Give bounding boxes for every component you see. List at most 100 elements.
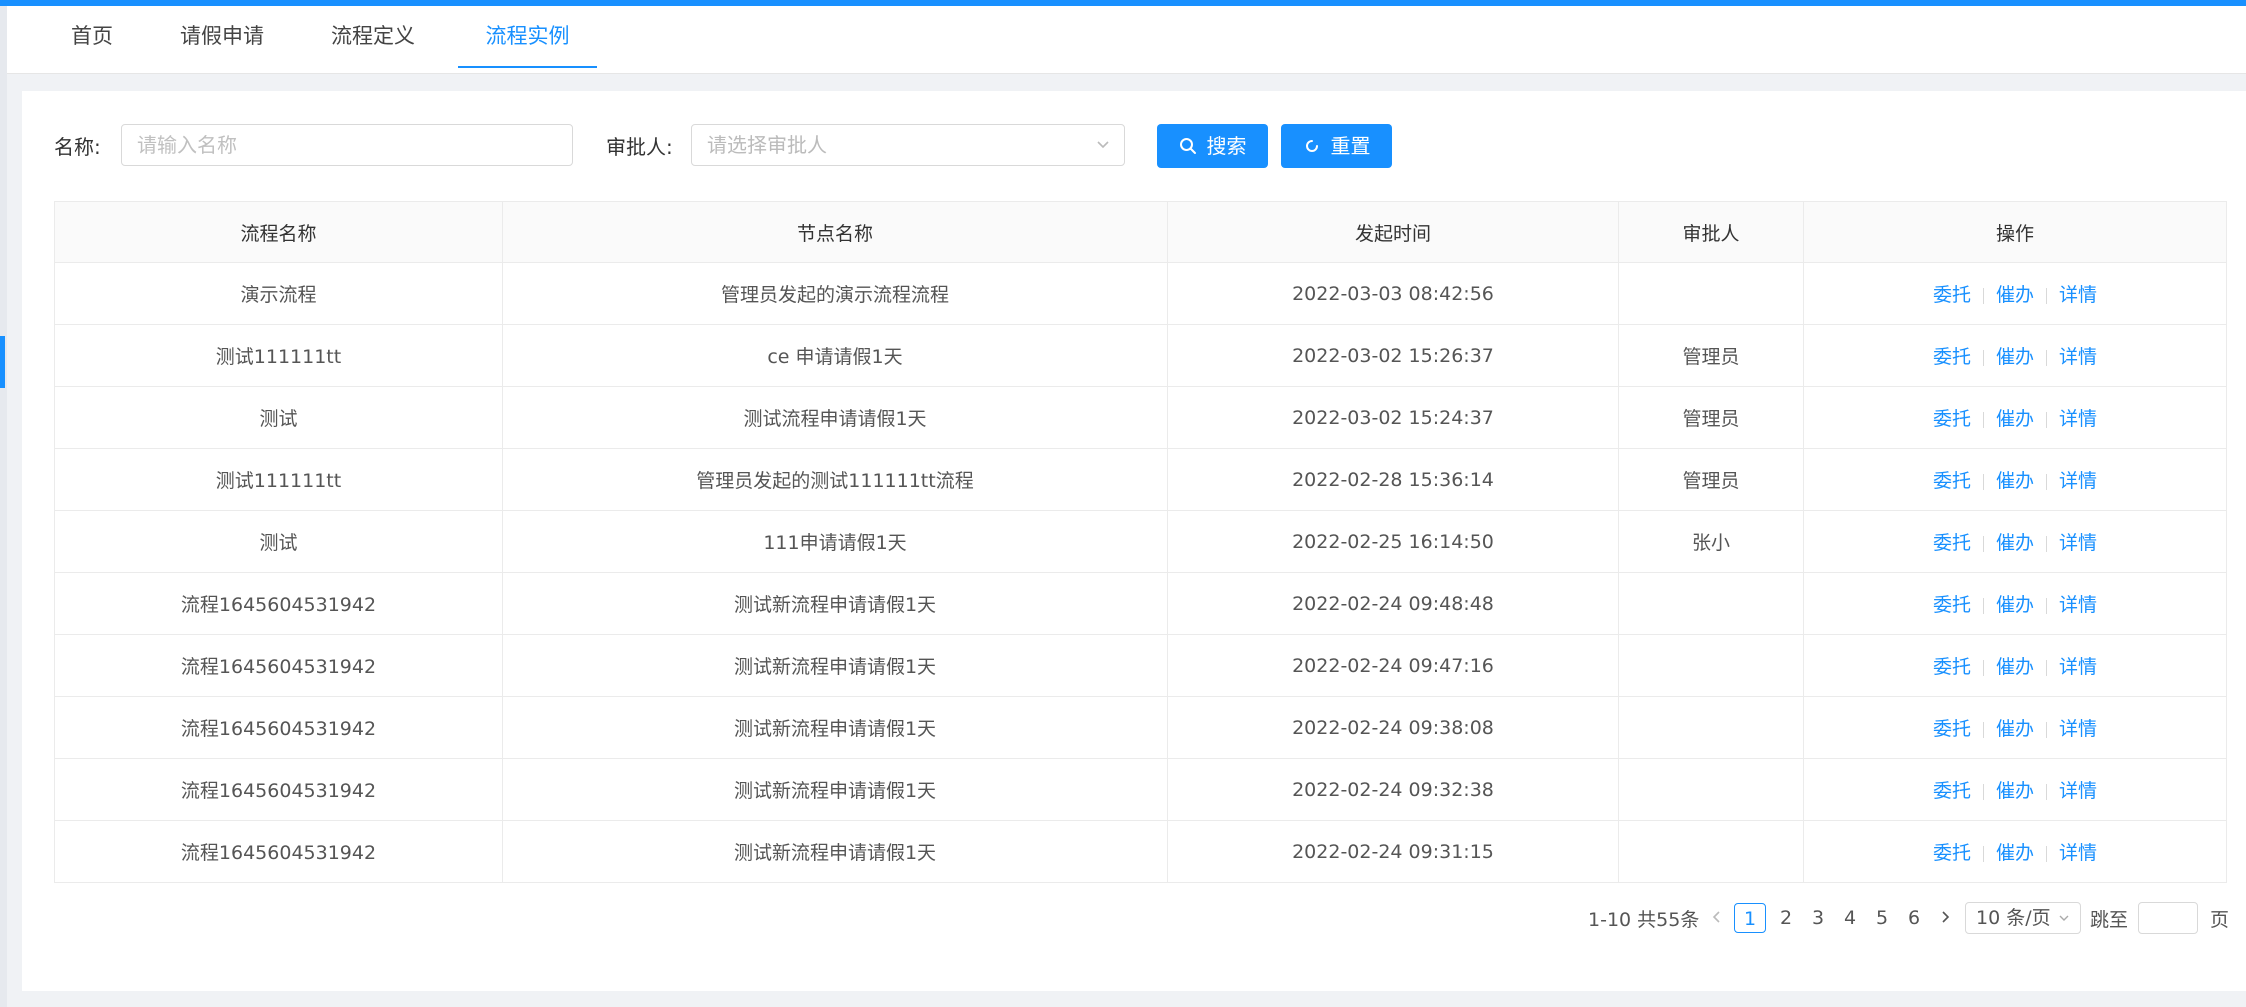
urge-link[interactable]: 催办 (1996, 470, 2034, 492)
urge-link[interactable]: 催办 (1996, 346, 2034, 368)
next-page-button[interactable] (1934, 903, 1956, 933)
table-row: 流程1645604531942 测试新流程申请请假1天 2022-02-24 09:… (54, 572, 2227, 635)
table-header-row: 流程名称 节点名称 发起时间 审批人 操作 (54, 201, 2227, 263)
delegate-link[interactable]: 委托 (1933, 718, 1971, 740)
table-row: 演示流程 管理员发起的演示流程流程 2022-03-03 08:42:56 委托 催办 详… (54, 262, 2227, 325)
actions-cell: 委托 催办 详情 (1803, 758, 2227, 821)
detail-link[interactable]: 详情 (2059, 842, 2097, 864)
detail-link[interactable]: 详情 (2059, 284, 2097, 306)
detail-link[interactable]: 详情 (2059, 532, 2097, 554)
approver-cell: 张小 (1618, 510, 1804, 573)
start-time-cell: 2022-03-03 08:42:56 (1167, 262, 1619, 325)
page-1[interactable]: 1 (1734, 903, 1766, 933)
start-time-cell: 2022-02-24 09:47:16 (1167, 634, 1619, 697)
page-5[interactable]: 5 (1868, 903, 1896, 933)
table-row: 测试 111申请请假1天 2022-02-25 16:14:50 张小 委托 催办 详情 (54, 510, 2227, 573)
delegate-link[interactable]: 委托 (1933, 594, 1971, 616)
detail-link[interactable]: 详情 (2059, 470, 2097, 492)
column-header-process-name: 流程名称 (54, 201, 503, 263)
name-input-wrapper (121, 124, 573, 166)
start-time-cell: 2022-02-24 09:38:08 (1167, 696, 1619, 759)
node-name-cell: 测试新流程申请请假1天 (502, 634, 1168, 697)
action-divider (2046, 721, 2047, 738)
actions-cell: 委托 催办 详情 (1803, 262, 2227, 325)
start-time-cell: 2022-02-24 09:31:15 (1167, 820, 1619, 883)
urge-link[interactable]: 催办 (1996, 842, 2034, 864)
action-divider (1982, 721, 1984, 738)
action-divider (2046, 597, 2047, 614)
page-6[interactable]: 6 (1900, 903, 1928, 933)
sidebar-toggle-handle[interactable] (0, 336, 5, 388)
approver-select[interactable]: 请选择审批人 (691, 124, 1125, 166)
start-time-cell: 2022-02-24 09:32:38 (1167, 758, 1619, 821)
approver-cell: 管理员 (1618, 324, 1804, 387)
urge-link[interactable]: 催办 (1996, 284, 2034, 306)
action-divider (1982, 845, 1984, 862)
process-name-cell: 测试 (54, 510, 503, 573)
table-body: 演示流程 管理员发起的演示流程流程 2022-03-03 08:42:56 委托 催办详… (54, 262, 2227, 883)
urge-link[interactable]: 催办 (1996, 656, 2034, 678)
start-time-cell: 2022-03-02 15:26:37 (1167, 324, 1619, 387)
detail-link[interactable]: 详情 (2059, 656, 2097, 678)
sidebar-edge (0, 6, 7, 1007)
chevron-down-icon (1097, 141, 1109, 149)
action-divider (2046, 411, 2047, 428)
detail-link[interactable]: 详情 (2059, 408, 2097, 430)
tab-process-instance[interactable]: 流程实例 (458, 6, 597, 68)
action-divider (2046, 349, 2047, 366)
jump-page-input[interactable] (2139, 903, 2197, 931)
urge-link[interactable]: 催办 (1996, 408, 2034, 430)
action-divider (2046, 845, 2047, 862)
delegate-link[interactable]: 委托 (1933, 284, 1971, 306)
detail-link[interactable]: 详情 (2059, 780, 2097, 802)
approver-select-placeholder: 请选择审批人 (707, 133, 827, 157)
detail-link[interactable]: 详情 (2059, 594, 2097, 616)
action-divider (1982, 287, 1984, 304)
action-divider (1982, 411, 1984, 428)
page-3[interactable]: 3 (1804, 903, 1832, 933)
urge-link[interactable]: 催办 (1996, 594, 2034, 616)
reset-button[interactable]: 重置 (1281, 124, 1392, 168)
actions-cell: 委托 催办 详情 (1803, 820, 2227, 883)
prev-page-button[interactable] (1707, 903, 1727, 933)
detail-link[interactable]: 详情 (2059, 718, 2097, 740)
urge-link[interactable]: 催办 (1996, 780, 2034, 802)
delegate-link[interactable]: 委托 (1933, 842, 1971, 864)
approver-cell (1618, 572, 1804, 635)
page-4[interactable]: 4 (1836, 903, 1864, 933)
table-row: 测试111111tt 管理员发起的测试111111tt流程 2022-02-28 1… (54, 448, 2227, 511)
delegate-link[interactable]: 委托 (1933, 408, 1971, 430)
actions-cell: 委托 催办 详情 (1803, 324, 2227, 387)
table-row: 测试111111tt ce 申请请假1天 2022-03-02 15:26:37 管理… (54, 324, 2227, 387)
tab-home[interactable]: 首页 (52, 6, 132, 66)
chevron-down-icon (2059, 915, 2069, 921)
delegate-link[interactable]: 委托 (1933, 532, 1971, 554)
delegate-link[interactable]: 委托 (1933, 470, 1971, 492)
delegate-link[interactable]: 委托 (1933, 346, 1971, 368)
action-divider (2046, 535, 2047, 552)
detail-link[interactable]: 详情 (2059, 346, 2097, 368)
urge-link[interactable]: 催办 (1996, 718, 2034, 740)
search-button[interactable]: 搜索 (1157, 124, 1268, 168)
page-size-select[interactable]: 10 条/页 (1965, 902, 2081, 934)
node-name-cell: 测试新流程申请请假1天 (502, 696, 1168, 759)
table-row: 流程1645604531942 测试新流程申请请假1天 2022-02-24 09:… (54, 758, 2227, 821)
delegate-link[interactable]: 委托 (1933, 656, 1971, 678)
start-time-cell: 2022-02-28 15:36:14 (1167, 448, 1619, 511)
node-name-cell: 测试新流程申请请假1天 (502, 758, 1168, 821)
tab-leave-request[interactable]: 请假申请 (162, 6, 282, 66)
table-row: 流程1645604531942 测试新流程申请请假1天 2022-02-24 09:… (54, 696, 2227, 759)
page-2[interactable]: 2 (1772, 903, 1800, 933)
actions-cell: 委托 催办 详情 (1803, 634, 2227, 697)
action-divider (1982, 473, 1984, 490)
name-input[interactable] (137, 126, 557, 164)
approver-cell (1618, 758, 1804, 821)
action-divider (2046, 287, 2047, 304)
tab-process-definition[interactable]: 流程定义 (313, 6, 433, 66)
delegate-link[interactable]: 委托 (1933, 780, 1971, 802)
node-name-cell: 测试新流程申请请假1天 (502, 572, 1168, 635)
urge-link[interactable]: 催办 (1996, 532, 2034, 554)
pagination-total: 1-10 共55条 (1588, 909, 1700, 931)
node-name-cell: 测试新流程申请请假1天 (502, 820, 1168, 883)
node-name-cell: 管理员发起的测试111111tt流程 (502, 448, 1168, 511)
